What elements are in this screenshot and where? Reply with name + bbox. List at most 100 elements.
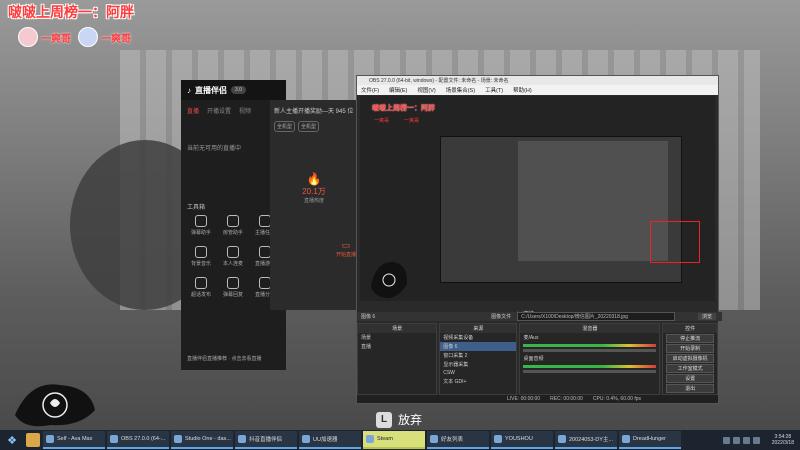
start-recording-button[interactable]: 开始录制 xyxy=(666,344,715,353)
pill[interactable]: 全机型 xyxy=(274,121,296,132)
exit-button[interactable]: 退出 xyxy=(666,384,715,393)
tool-icon xyxy=(195,277,207,289)
tool-icon xyxy=(227,277,239,289)
hot-label: 直播热度 xyxy=(303,198,324,204)
preview-badge-1: 一爽哥 xyxy=(374,118,390,124)
tool-icon xyxy=(195,246,207,258)
task-label: 20024053-DY主... xyxy=(569,437,614,443)
cpu-fps: CPU: 0.4%, 60.00 fps xyxy=(592,396,641,402)
app-icon xyxy=(174,435,182,443)
menu-help[interactable]: 帮助(H) xyxy=(513,86,532,94)
app-icon xyxy=(430,435,438,443)
tool-icon xyxy=(195,215,207,227)
app-icon xyxy=(494,435,502,443)
tool-item[interactable]: 超话发布 xyxy=(187,277,215,298)
abandon-hint[interactable]: L 放弃 xyxy=(376,411,422,428)
ink-logo-icon xyxy=(371,261,408,299)
task-label: Studio One - das... xyxy=(185,436,231,442)
image-source-row: 图像 6 图像文件 C:/Users/X100/Desktop/微信图片_202… xyxy=(357,312,722,321)
live-info-panel: 新人主播开播奖励—天 945 位 全机型 全机型 🔥 20.1万 直播热度 xyxy=(270,100,358,310)
tray-icon[interactable] xyxy=(742,436,750,444)
tool-item[interactable]: 弹幕助手 xyxy=(187,215,215,236)
source-item[interactable]: 视频采集设备 xyxy=(440,333,516,342)
badge-text: 一爽哥 xyxy=(41,33,71,45)
controls-dock: 控件 停止推流 开始录制 启动虚拟摄像机 工作室模式 设置 退出 xyxy=(662,323,719,395)
scene-item[interactable]: 直播 xyxy=(358,342,436,351)
mixer-channel-label: 桌面音频 xyxy=(523,356,544,362)
taskbar-item-active[interactable]: Steam xyxy=(363,431,425,449)
menu-view[interactable]: 视图(V) xyxy=(417,86,435,94)
source-item[interactable]: 文本 GDI+ xyxy=(440,377,516,386)
task-label: UU加速器 xyxy=(313,437,338,443)
taskbar-item[interactable]: DreadHunger xyxy=(619,431,681,449)
taskbar-item[interactable]: 抖音直播伴侣 xyxy=(235,431,297,449)
volume-slider[interactable] xyxy=(523,370,657,373)
taskbar-item[interactable]: YOUSHOU xyxy=(491,431,553,449)
tab-live[interactable]: 直播 xyxy=(187,106,199,115)
taskbar-item[interactable]: 好友列表 xyxy=(427,431,489,449)
app-name: 直播伴侣 xyxy=(195,85,227,95)
camera-icon: ▭ xyxy=(341,240,351,250)
folder-icon[interactable] xyxy=(26,433,40,447)
tool-icon xyxy=(227,246,239,258)
taskbar-item[interactable]: 20024053-DY主... xyxy=(555,431,617,449)
obs-menu-bar: 文件(F) 编辑(E) 视图(V) 场景集合(S) 工具(T) 帮助(H) xyxy=(357,85,718,95)
tool-item[interactable]: 弹幕回复 xyxy=(219,277,247,298)
tool-item[interactable]: 背景音乐 xyxy=(187,246,215,267)
taskbar-item[interactable]: UU加速器 xyxy=(299,431,361,449)
tray-icon[interactable] xyxy=(732,436,740,444)
taskbar-item[interactable]: Self - Ava Max xyxy=(43,431,105,449)
taskbar-item[interactable]: OBS 27.0.0 (64-... xyxy=(107,431,169,449)
start-live-button[interactable]: ▭ 开始直播 xyxy=(335,240,357,258)
volume-slider[interactable] xyxy=(523,349,657,352)
tool-label: 弹幕助手 xyxy=(190,230,211,236)
menu-file[interactable]: 文件(F) xyxy=(361,86,379,94)
app-icon xyxy=(110,435,118,443)
source-item[interactable]: CSW xyxy=(440,369,516,377)
tool-label: 本人连麦 xyxy=(222,261,243,267)
virtual-camera-button[interactable]: 启动虚拟摄像机 xyxy=(666,354,715,363)
preview-nested-obs xyxy=(518,141,668,261)
image-path-input[interactable]: C:/Users/X100/Desktop/微信图片_20220318.jpg xyxy=(517,312,676,321)
clock-date: 2022/3/18 xyxy=(771,440,794,446)
start-live-label: 开始直播 xyxy=(335,252,356,258)
volume-icon[interactable] xyxy=(752,436,760,444)
settings-button[interactable]: 设置 xyxy=(666,374,715,383)
taskbar: ❖ Self - Ava Max OBS 27.0.0 (64-... Stud… xyxy=(0,430,800,450)
pill[interactable]: 全机型 xyxy=(298,121,320,132)
tab-settings[interactable]: 开播设置 xyxy=(207,106,231,115)
ink-logo-icon xyxy=(15,384,95,427)
app-icon xyxy=(622,435,630,443)
preview-selection-box[interactable] xyxy=(650,221,700,263)
flame-icon: 🔥 xyxy=(306,172,322,186)
overlay-badge-1: 一爽哥 xyxy=(18,27,71,47)
scene-item[interactable]: 场景 xyxy=(358,333,436,342)
source-item[interactable]: 窗口采集 2 xyxy=(440,351,516,360)
stop-streaming-button[interactable]: 停止推流 xyxy=(666,334,715,343)
scenes-dock: 场景 场景 直播 xyxy=(357,323,438,395)
tool-item[interactable]: 房管助手 xyxy=(219,215,247,236)
menu-scene-collection[interactable]: 场景集合(S) xyxy=(446,86,475,94)
source-item[interactable]: 图像 6 xyxy=(440,342,517,351)
obs-preview[interactable]: 啵啵上周榜一：阿胖 一爽哥 一爽哥 ⚙ 滤镜 xyxy=(360,96,715,318)
app-status-message: 当前无可用的直播中 xyxy=(187,146,242,152)
obs-window: OBS 27.0.0 (64-bit, windows) - 配置文件: 未命名… xyxy=(356,75,722,404)
hot-value: 20.1万 xyxy=(302,187,326,196)
menu-edit[interactable]: 编辑(E) xyxy=(389,86,407,94)
studio-mode-button[interactable]: 工作室模式 xyxy=(666,364,715,373)
tool-label: 弹幕回复 xyxy=(222,292,243,298)
taskbar-item[interactable]: Studio One - das... xyxy=(171,431,233,449)
menu-tools[interactable]: 工具(T) xyxy=(485,86,503,94)
tray-icon[interactable] xyxy=(722,436,730,444)
source-item[interactable]: 显示器采集 xyxy=(440,360,516,369)
app-footer[interactable]: 直播伴侣直播推荐 · 点击去看直播 xyxy=(187,355,261,362)
task-label: OBS 27.0.0 (64-... xyxy=(121,436,166,442)
start-button[interactable]: ❖ xyxy=(0,430,24,450)
app-icon xyxy=(558,435,566,443)
tab-video[interactable]: 视频 xyxy=(239,106,251,115)
browse-button[interactable]: 浏览 xyxy=(697,313,716,320)
tool-item[interactable]: 本人连麦 xyxy=(219,246,247,267)
clock[interactable]: 3:54:28 2022/3/18 xyxy=(766,434,800,446)
mixer-dock: 混音器 麦/Aux 桌面音频 xyxy=(519,323,661,395)
app-logo-icon: ♪ xyxy=(187,85,191,95)
